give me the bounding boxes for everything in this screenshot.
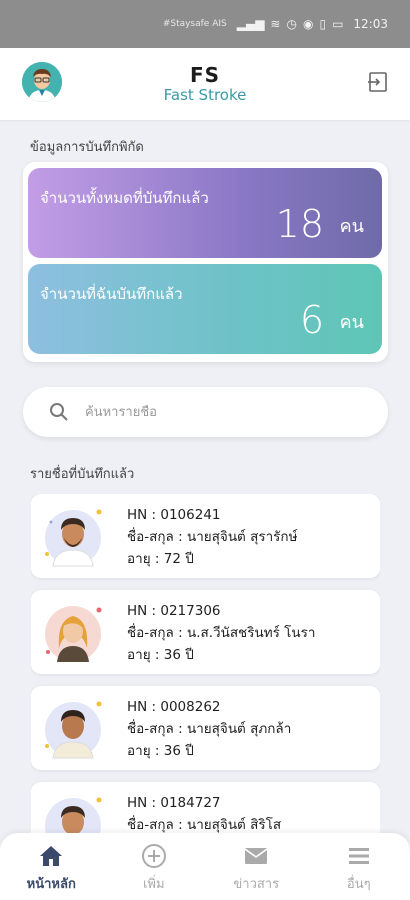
menu-icon	[348, 848, 369, 864]
patient-hn: HN : 0008262	[127, 699, 221, 715]
nav-add-label: เพิ่ม	[142, 877, 165, 892]
total-recorded-label: จำนวนทั้งหมดที่บันทึกแล้ว	[40, 189, 209, 207]
patient-age: อายุ : 36 ปี	[127, 647, 194, 663]
my-recorded-value: 6	[299, 298, 324, 342]
carrier-label: #Staysafe AIS	[162, 19, 227, 29]
doctor-avatar-icon	[22, 62, 62, 102]
nav-news-label: ข่าวสาร	[233, 877, 280, 892]
user-avatar[interactable]	[22, 62, 62, 102]
nav-home-label: หน้าหลัก	[26, 877, 76, 892]
vibrate-icon: ▯	[319, 17, 327, 31]
male-avatar-icon	[45, 797, 102, 834]
alarm-icon: ◷	[286, 17, 297, 31]
mail-icon	[244, 848, 268, 864]
add-circle-icon	[141, 844, 166, 868]
patient-hn: HN : 0106241	[127, 507, 221, 523]
app-header: FS Fast Stroke	[0, 48, 410, 120]
patient-list[interactable]: HN : 0106241 ชื่อ-สกุล : นายสุจินต์ สุรา…	[31, 494, 380, 834]
stats-section-label: ข้อมูลการบันทึกพิกัด	[30, 140, 144, 155]
location-icon: ◉	[302, 17, 314, 31]
total-recorded-value: 18	[275, 202, 324, 246]
nav-more[interactable]: อื่นๆ	[308, 833, 410, 900]
patient-age: อายุ : 72 ปี	[127, 551, 194, 567]
clock: 12:03	[353, 17, 388, 31]
app-subtitle: Fast Stroke	[163, 86, 247, 104]
patient-hn: HN : 0217306	[127, 603, 221, 619]
stats-panel: จำนวนทั้งหมดที่บันทึกแล้ว 18 คน จำนวนที่…	[23, 162, 388, 362]
brand: FS Fast Stroke	[164, 64, 247, 104]
nav-more-label: อื่นๆ	[346, 877, 371, 892]
my-recorded-card[interactable]: จำนวนที่ฉันบันทึกแล้ว 6 คน	[28, 264, 382, 354]
patient-info: HN : 0008262 ชื่อ-สกุล : นายสุจินต์ สุภก…	[127, 696, 291, 762]
nav-home[interactable]: หน้าหลัก	[0, 833, 103, 900]
male-avatar-icon	[45, 509, 102, 567]
bottom-nav: หน้าหลัก เพิ่ม ข่าวสาร อื่นๆ	[0, 833, 410, 900]
search-input[interactable]	[85, 404, 345, 420]
patient-age: อายุ : 36 ปี	[127, 743, 194, 759]
search-icon	[50, 403, 68, 421]
patient-name: ชื่อ-สกุล : น.ส.วีนัสชรินทร์ โนรา	[127, 625, 316, 641]
my-recorded-label: จำนวนที่ฉันบันทึกแล้ว	[40, 285, 183, 303]
patient-name: ชื่อ-สกุล : นายสุจินต์ สิริโส	[127, 817, 282, 833]
home-icon	[40, 846, 63, 866]
logout-icon	[368, 72, 387, 92]
patient-info: HN : 0217306 ชื่อ-สกุล : น.ส.วีนัสชรินทร…	[127, 600, 315, 666]
status-bar: #Staysafe AIS ▂▄▆ ≋ ◷ ◉ ▯ ▭ 12:03	[0, 0, 410, 48]
patient-card[interactable]: HN : 0106241 ชื่อ-สกุล : นายสุจินต์ สุรา…	[31, 494, 380, 578]
battery-icon: ▭	[332, 17, 344, 31]
wifi-icon: ≋	[270, 17, 281, 31]
logout-button[interactable]	[366, 70, 390, 94]
nav-news[interactable]: ข่าวสาร	[205, 833, 308, 900]
total-recorded-card[interactable]: จำนวนทั้งหมดที่บันทึกแล้ว 18 คน	[28, 168, 382, 258]
patient-name: ชื่อ-สกุล : นายสุจินต์ สุภกล้า	[127, 721, 292, 737]
nav-add[interactable]: เพิ่ม	[103, 833, 206, 900]
male-avatar-icon	[45, 701, 102, 759]
patient-hn: HN : 0184727	[127, 795, 221, 811]
app-title: FS	[189, 63, 221, 87]
search-bar[interactable]	[23, 387, 388, 437]
list-section-label: รายชื่อที่บันทึกแล้ว	[30, 467, 135, 482]
total-recorded-unit: คน	[339, 216, 364, 237]
patient-card[interactable]: HN : 0217306 ชื่อ-สกุล : น.ส.วีนัสชรินทร…	[31, 590, 380, 674]
patient-card[interactable]: HN : 0008262 ชื่อ-สกุล : นายสุจินต์ สุภก…	[31, 686, 380, 770]
signal-icon: ▂▄▆	[236, 17, 265, 31]
patient-card[interactable]: HN : 0184727 ชื่อ-สกุล : นายสุจินต์ สิริ…	[31, 782, 380, 834]
female-avatar-icon	[45, 606, 102, 662]
patient-info: HN : 0184727 ชื่อ-สกุล : นายสุจินต์ สิริ…	[127, 792, 281, 834]
patient-name: ชื่อ-สกุล : นายสุจินต์ สุรารักษ์	[127, 529, 298, 545]
my-recorded-unit: คน	[339, 312, 364, 333]
patient-info: HN : 0106241 ชื่อ-สกุล : นายสุจินต์ สุรา…	[127, 504, 298, 570]
